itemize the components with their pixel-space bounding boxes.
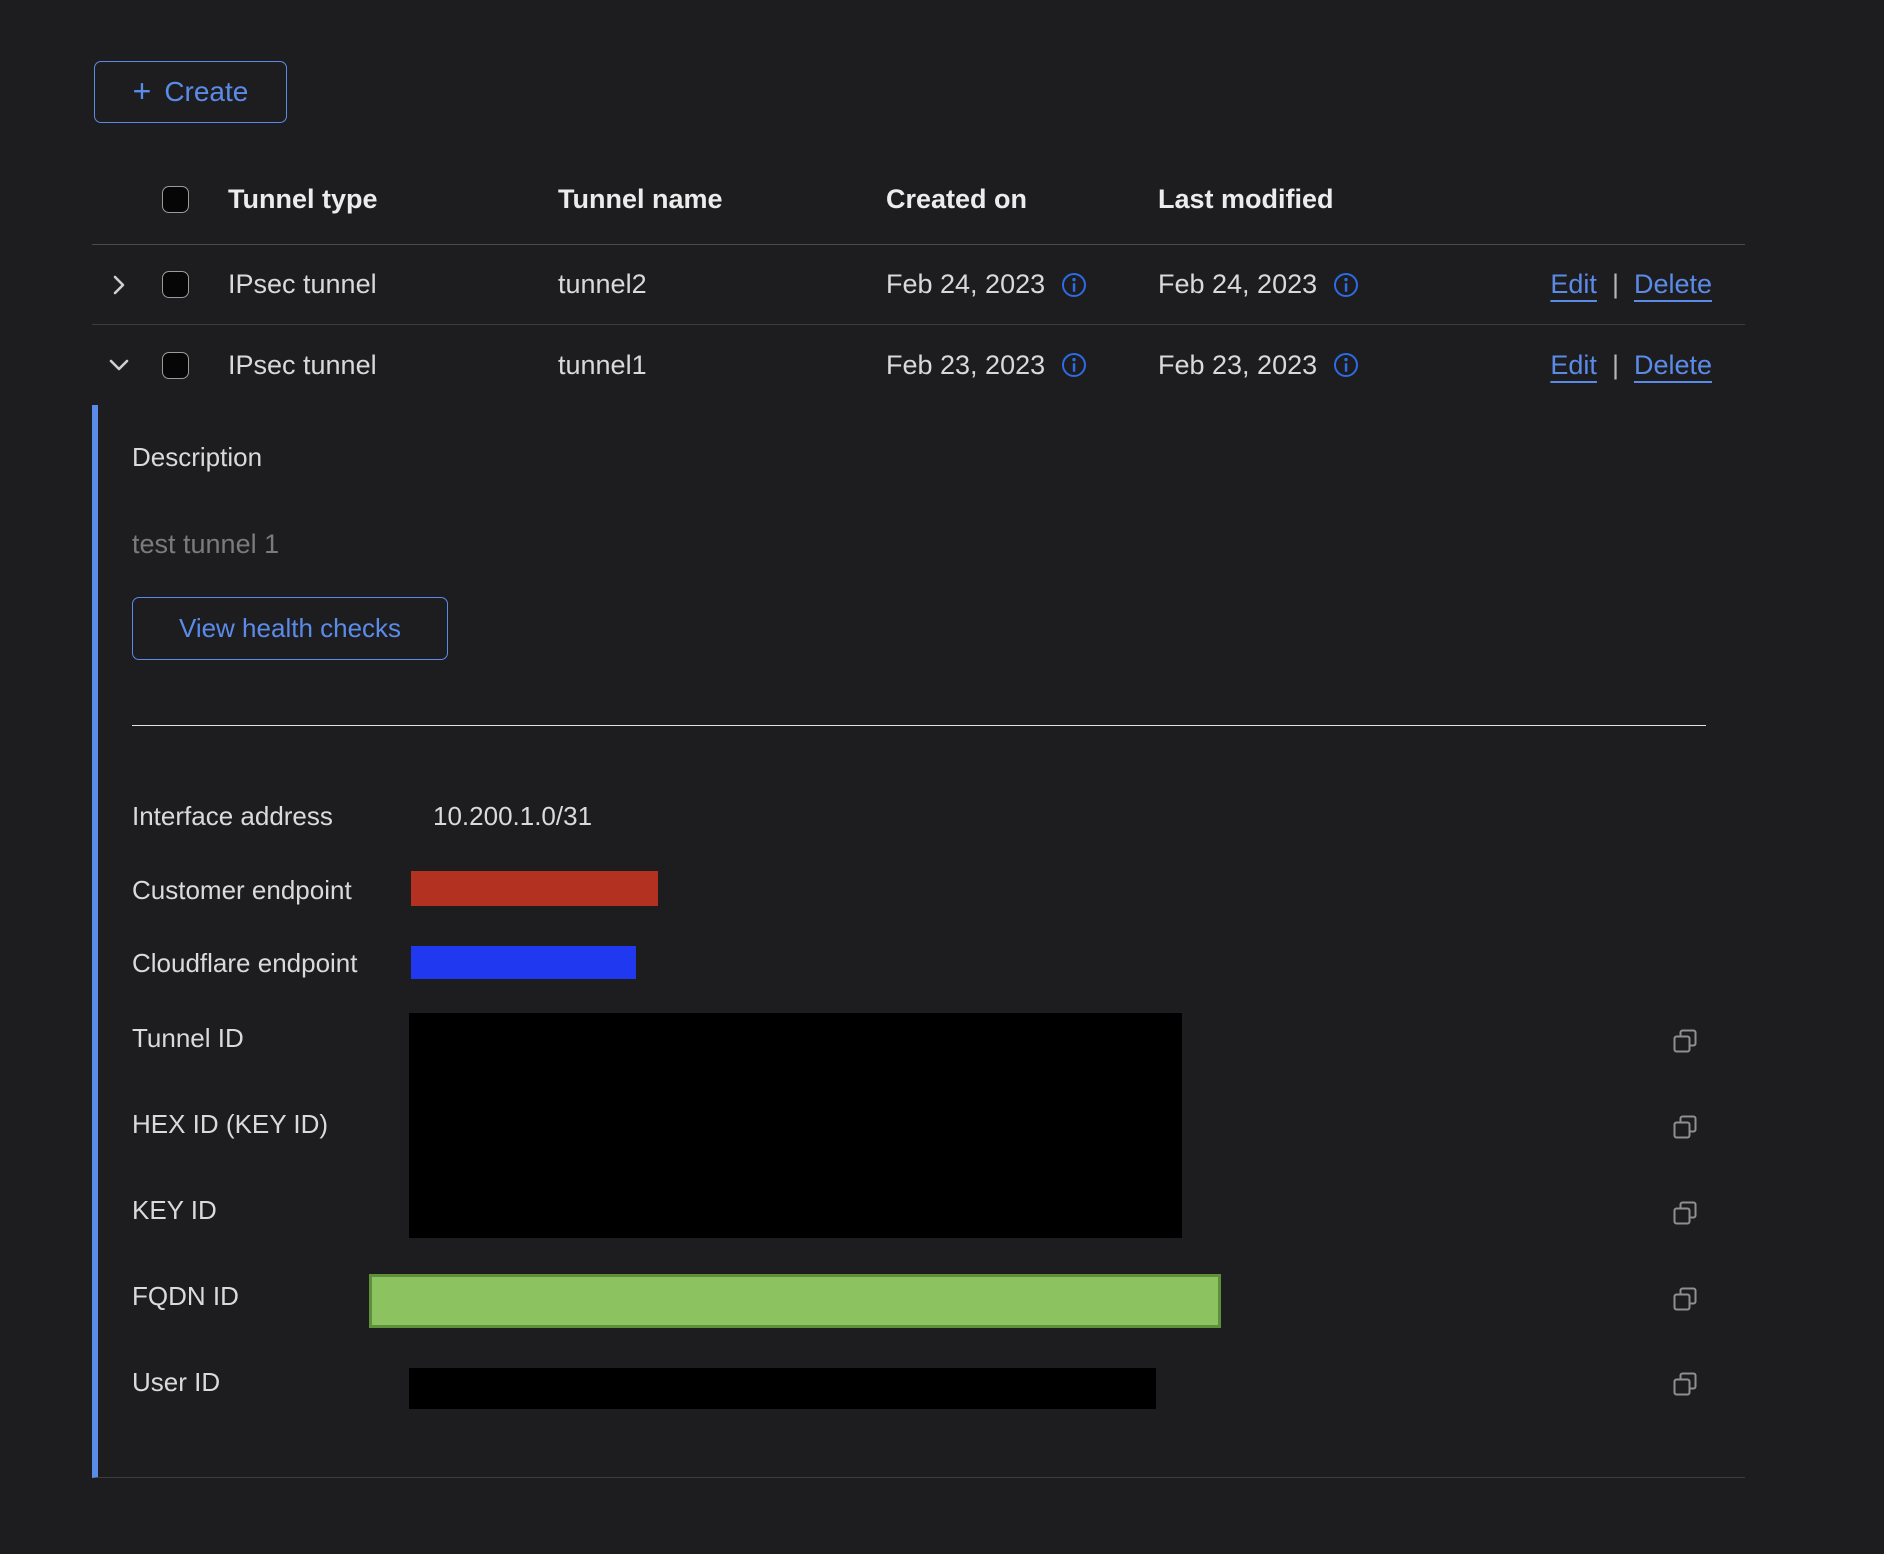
copy-user-id-button[interactable] — [1672, 1371, 1698, 1397]
info-icon[interactable] — [1061, 272, 1087, 298]
panel-divider — [132, 725, 1706, 726]
table-row-tunnel2: IPsec tunnel tunnel2 Feb 24, 2023 Feb 24… — [92, 245, 1745, 325]
last-modified-cell: Feb 23, 2023 — [1158, 350, 1317, 381]
col-header-last-modified: Last modified — [1158, 184, 1447, 215]
row-checkbox-tunnel1[interactable] — [162, 352, 189, 379]
info-icon[interactable] — [1333, 272, 1359, 298]
tunnel-id-label: Tunnel ID — [132, 1022, 244, 1054]
col-header-tunnel-name: Tunnel name — [558, 184, 886, 215]
last-modified-cell: Feb 24, 2023 — [1158, 269, 1317, 300]
copy-fqdn-id-button[interactable] — [1672, 1286, 1698, 1312]
created-on-cell: Feb 23, 2023 — [886, 350, 1045, 381]
action-separator: | — [1612, 350, 1619, 381]
fqdn-id-label: FQDN ID — [132, 1280, 239, 1312]
tunnel-type-cell: IPsec tunnel — [228, 350, 558, 381]
col-header-tunnel-type: Tunnel type — [228, 184, 558, 215]
description-value: test tunnel 1 — [132, 529, 279, 560]
edit-link-tunnel1[interactable]: Edit — [1550, 350, 1597, 381]
info-icon[interactable] — [1333, 352, 1359, 378]
customer-endpoint-label: Customer endpoint — [132, 874, 352, 906]
ipsec-tunnels-page: + Create Tunnel type Tunnel name Created… — [0, 0, 1884, 1554]
chevron-down-icon[interactable] — [105, 351, 133, 379]
view-health-checks-label: View health checks — [179, 613, 401, 644]
tunnel-name-cell: tunnel2 — [558, 269, 886, 300]
customer-endpoint-redacted-value — [411, 871, 658, 906]
plus-icon: + — [133, 75, 152, 107]
tunnel-type-cell: IPsec tunnel — [228, 269, 558, 300]
copy-icon — [1672, 1200, 1698, 1226]
created-on-cell: Feb 24, 2023 — [886, 269, 1045, 300]
interface-address-label: Interface address — [132, 800, 333, 832]
key-id-label: KEY ID — [132, 1194, 217, 1226]
action-separator: | — [1612, 269, 1619, 300]
fqdn-id-redacted-value — [369, 1274, 1221, 1328]
copy-icon — [1672, 1371, 1698, 1397]
select-all-checkbox[interactable] — [162, 186, 189, 213]
tunnel-details-panel: Description test tunnel 1 View health ch… — [92, 405, 1745, 1478]
cloudflare-endpoint-redacted-value — [411, 946, 636, 979]
table-row-tunnel1: IPsec tunnel tunnel1 Feb 23, 2023 Feb 23… — [92, 325, 1745, 405]
col-header-created-on: Created on — [886, 184, 1158, 215]
create-button-label: Create — [164, 76, 248, 108]
info-icon[interactable] — [1061, 352, 1087, 378]
tunnels-table: Tunnel type Tunnel name Created on Last … — [92, 155, 1745, 405]
row-checkbox-tunnel2[interactable] — [162, 271, 189, 298]
copy-icon — [1672, 1286, 1698, 1312]
edit-link-tunnel2[interactable]: Edit — [1550, 269, 1597, 300]
user-id-label: User ID — [132, 1366, 220, 1398]
view-health-checks-button[interactable]: View health checks — [132, 597, 448, 660]
ids-redacted-value — [409, 1013, 1182, 1238]
copy-icon — [1672, 1114, 1698, 1140]
copy-icon — [1672, 1028, 1698, 1054]
copy-hex-id-button[interactable] — [1672, 1114, 1698, 1140]
chevron-right-icon[interactable] — [105, 271, 133, 299]
delete-link-tunnel1[interactable]: Delete — [1634, 350, 1712, 381]
interface-address-value: 10.200.1.0/31 — [433, 800, 592, 832]
copy-tunnel-id-button[interactable] — [1672, 1028, 1698, 1054]
hex-id-label: HEX ID (KEY ID) — [132, 1108, 328, 1140]
tunnel-name-cell: tunnel1 — [558, 350, 886, 381]
copy-key-id-button[interactable] — [1672, 1200, 1698, 1226]
table-header-row: Tunnel type Tunnel name Created on Last … — [92, 155, 1745, 245]
create-button[interactable]: + Create — [94, 61, 287, 123]
cloudflare-endpoint-label: Cloudflare endpoint — [132, 947, 358, 979]
description-label: Description — [132, 442, 262, 473]
delete-link-tunnel2[interactable]: Delete — [1634, 269, 1712, 300]
user-id-redacted-value — [409, 1368, 1156, 1409]
